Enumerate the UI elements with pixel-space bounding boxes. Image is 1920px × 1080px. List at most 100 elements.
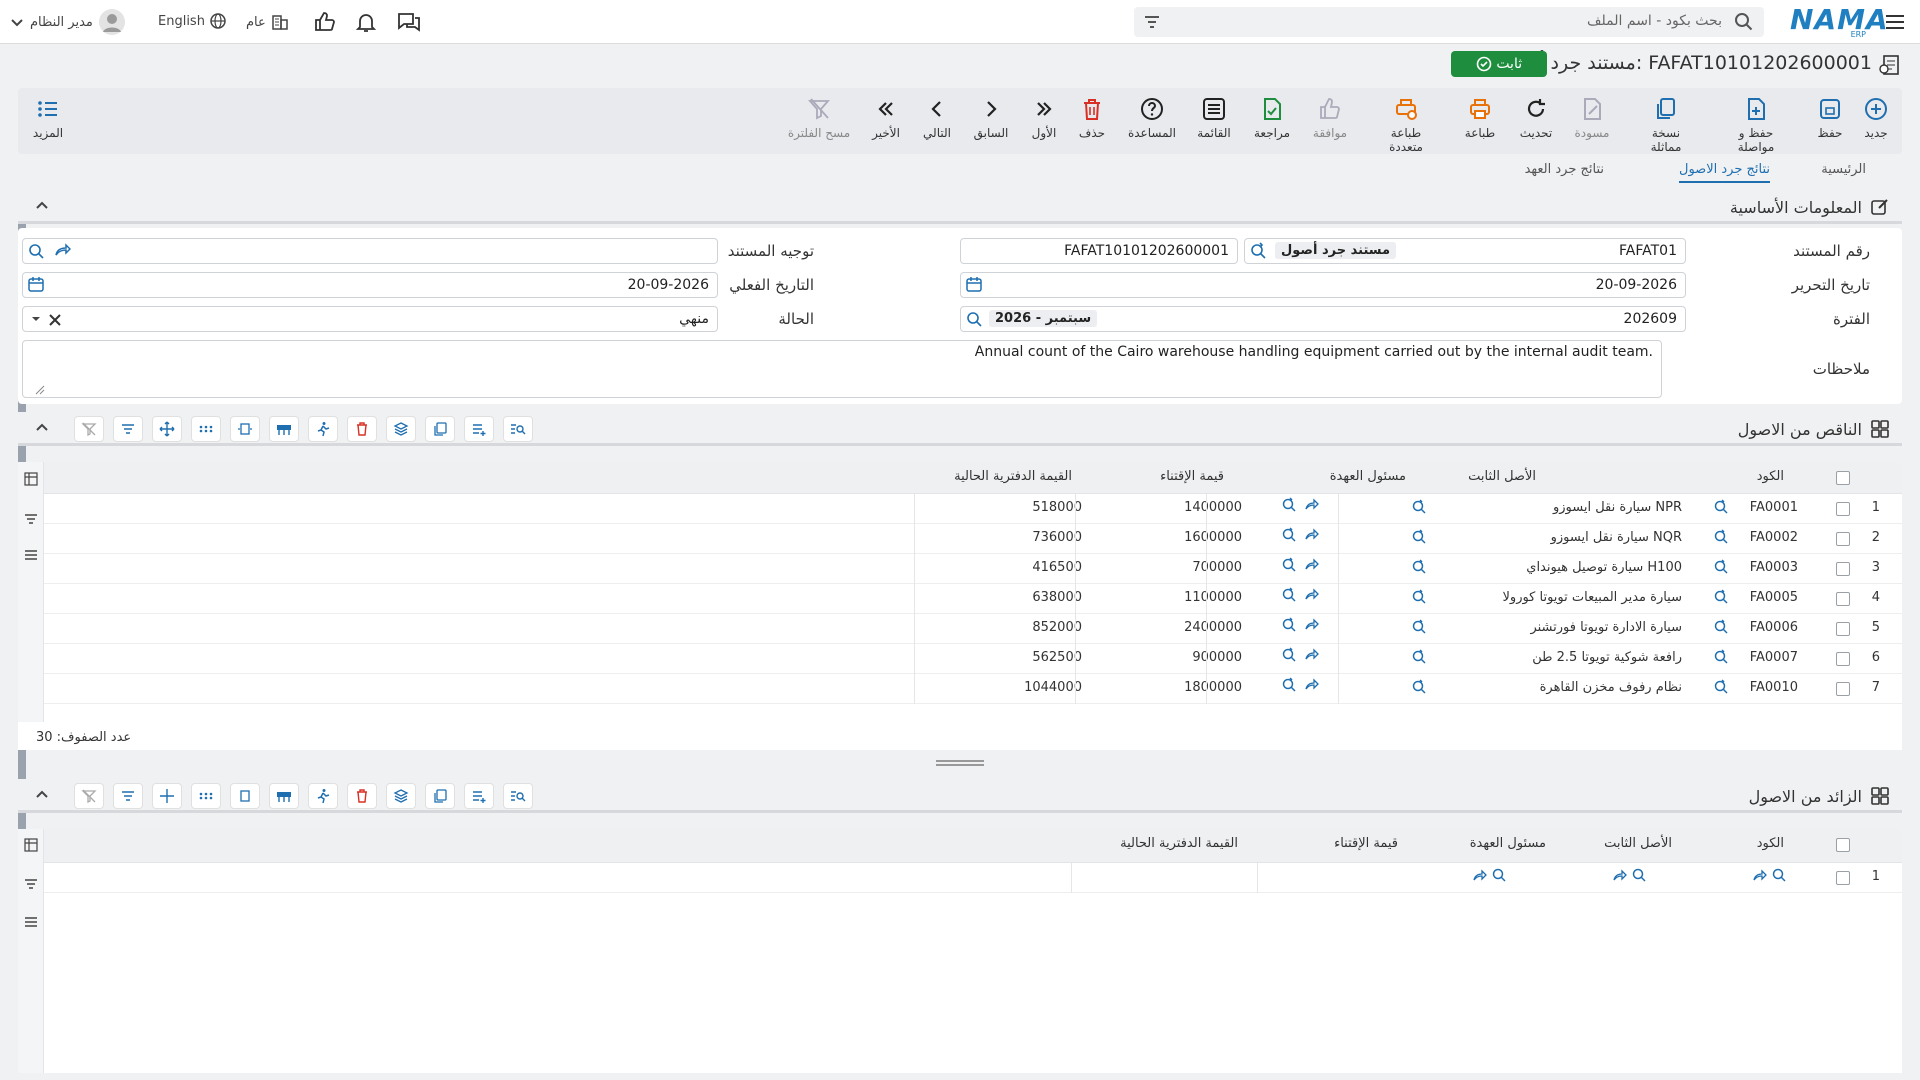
lookup-icon[interactable] [27, 241, 45, 259]
save-continue-button[interactable]: حفظ و مواصلة [1726, 96, 1786, 154]
global-search[interactable]: بحث بكود - اسم الملف [1134, 7, 1764, 37]
basic-info-header[interactable]: المعلومات الأساسية [18, 190, 1902, 224]
col-book-value[interactable]: القيمة الدفترية الحالية [954, 469, 1072, 484]
col-acq-value[interactable]: قيمة الإقتناء [1334, 836, 1398, 851]
app-logo[interactable]: NAMA ERP [1790, 6, 1888, 40]
collapse-chevron-icon[interactable] [34, 198, 50, 214]
refresh-button[interactable]: تحديث [1506, 96, 1566, 140]
write-date-field[interactable]: 20-09-2026 [960, 272, 1686, 298]
lookup-icon[interactable] [1712, 648, 1730, 666]
copy-icon[interactable] [425, 416, 455, 442]
lookup-icon[interactable] [1280, 616, 1298, 634]
thumbs-up-icon[interactable] [313, 10, 337, 34]
lookup-icon[interactable] [1280, 646, 1298, 664]
search-input[interactable]: بحث بكود - اسم الملف [1587, 13, 1722, 29]
dots-grid-icon[interactable] [191, 783, 221, 809]
chat-icon[interactable] [396, 10, 422, 34]
table-row[interactable]: 1 FA0001 سيارة نقل ايسوزو NPR 1400000 518000 [44, 494, 1902, 524]
save-button[interactable]: حفظ [1800, 96, 1860, 140]
lookup-icon[interactable] [1472, 867, 1508, 885]
table-settings-icon[interactable] [24, 838, 38, 852]
lookup-icon[interactable] [1712, 618, 1730, 636]
lookup-icon[interactable] [1712, 498, 1730, 516]
next-button[interactable]: التالي [907, 96, 967, 140]
resize-splitter[interactable] [936, 760, 984, 766]
select-all-checkbox[interactable] [1836, 471, 1850, 485]
lookup-icon[interactable] [1280, 586, 1298, 604]
col-code[interactable]: الكود [1757, 469, 1784, 484]
table-row[interactable]: 3 FA0003 سيارة توصيل هيونداي H100 700000 416… [44, 554, 1902, 584]
tab-asset-results[interactable]: نتائج جرد الاصول [1679, 162, 1770, 183]
notes-textarea[interactable]: Annual count of the Cairo warehouse hand… [22, 340, 1662, 398]
list-button[interactable]: القائمة [1184, 96, 1244, 140]
lookup-icon[interactable] [1280, 676, 1298, 694]
print-button[interactable]: طباعة [1450, 96, 1510, 140]
add-rows-icon[interactable] [464, 416, 494, 442]
help-button[interactable]: المساعدة [1122, 96, 1182, 140]
col-custodian[interactable]: مسئول العهدة [1470, 836, 1546, 851]
fit-width-icon[interactable] [230, 783, 260, 809]
row-checkbox[interactable] [1836, 682, 1850, 696]
caret-down-icon[interactable] [29, 310, 43, 328]
trash-icon[interactable] [347, 783, 377, 809]
calendar-icon[interactable] [965, 275, 983, 293]
run-icon[interactable] [308, 416, 338, 442]
tab-custody-results[interactable]: نتائج جرد العهد [1525, 162, 1604, 177]
lookup-icon[interactable] [1410, 528, 1428, 546]
row-checkbox[interactable] [1836, 592, 1850, 606]
col-code[interactable]: الكود [1757, 836, 1784, 851]
share-arrow-icon[interactable] [1304, 556, 1322, 574]
row-checkbox[interactable] [1836, 562, 1850, 576]
lookup-icon[interactable] [965, 309, 983, 327]
lookup-icon[interactable] [1410, 498, 1428, 516]
filter-icon[interactable] [1142, 12, 1162, 32]
share-arrow-icon[interactable] [1304, 586, 1322, 604]
layers-icon[interactable] [386, 783, 416, 809]
lookup-icon[interactable] [1752, 867, 1788, 885]
search-list-icon[interactable] [503, 416, 533, 442]
status-select[interactable]: منهي [22, 306, 718, 332]
row-checkbox[interactable] [1836, 502, 1850, 516]
review-button[interactable]: مراجعة [1242, 96, 1302, 140]
layers-icon[interactable] [386, 416, 416, 442]
resize-handle-icon[interactable] [35, 385, 45, 395]
tab-main[interactable]: الرئيسية [1821, 162, 1866, 177]
user-menu[interactable]: مدير النظام [10, 9, 125, 35]
lookup-icon[interactable] [1410, 648, 1428, 666]
table-row[interactable]: 7 FA0010 نظام رفوف مخزن القاهرة 1800000 1044… [44, 674, 1902, 704]
more-button[interactable]: المزيد [18, 96, 78, 140]
share-arrow-icon[interactable] [1304, 646, 1322, 664]
fit-width-icon[interactable] [230, 416, 260, 442]
language-switch[interactable]: English [158, 12, 227, 30]
col-custodian[interactable]: مسئول العهدة [1330, 469, 1406, 484]
clear-icon[interactable] [47, 310, 63, 328]
first-button[interactable]: الأول [1014, 96, 1074, 140]
lookup-icon[interactable] [1612, 867, 1648, 885]
lookup-icon[interactable] [1280, 526, 1298, 544]
prev-button[interactable]: السابق [961, 96, 1021, 140]
table-settings-icon[interactable] [24, 472, 38, 486]
doc-no-field[interactable]: FAFAT01 مستند جرد أصول [1244, 238, 1686, 264]
lookup-icon[interactable] [1280, 496, 1298, 514]
approve-button[interactable]: موافقة [1300, 96, 1360, 140]
table-layout-icon[interactable] [269, 783, 299, 809]
lookup-icon[interactable] [1280, 556, 1298, 574]
add-rows-icon[interactable] [464, 783, 494, 809]
table-row[interactable]: 1 [44, 863, 1902, 893]
collapse-chevron-icon[interactable] [34, 420, 50, 436]
search-list-icon[interactable] [503, 783, 533, 809]
bell-icon[interactable] [354, 10, 378, 34]
lookup-icon[interactable] [1410, 678, 1428, 696]
select-all-checkbox[interactable] [1836, 838, 1850, 852]
filter-icon[interactable] [113, 416, 143, 442]
period-field[interactable]: 202609 2026 - سبتمبر [960, 306, 1686, 332]
table-row[interactable]: 6 FA0007 رافعة شوكية تويوتا 2.5 طن 900000 56… [44, 644, 1902, 674]
table-row[interactable]: 4 FA0005 سيارة مدير المبيعات تويوتا كورولا… [44, 584, 1902, 614]
trash-icon[interactable] [347, 416, 377, 442]
search-icon[interactable] [1734, 12, 1754, 32]
doc-direction-field[interactable] [22, 238, 718, 264]
last-button[interactable]: الأخير [856, 96, 916, 140]
filter-off-icon[interactable] [74, 416, 104, 442]
draft-button[interactable]: مسودة [1562, 96, 1622, 140]
row-checkbox[interactable] [1836, 652, 1850, 666]
